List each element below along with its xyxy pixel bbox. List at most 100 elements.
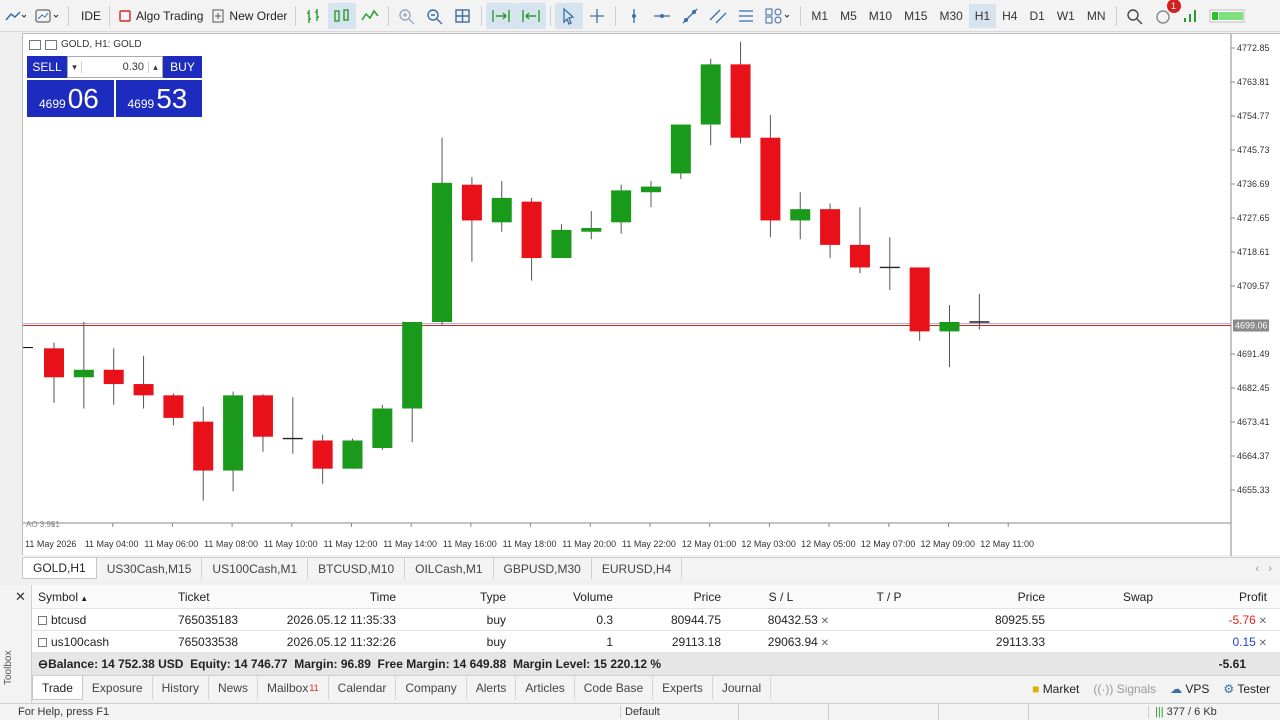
candle-bullish[interactable] bbox=[641, 186, 661, 193]
trendline-button[interactable] bbox=[676, 3, 704, 29]
line-button[interactable] bbox=[356, 3, 384, 29]
vps-link[interactable]: ☁ VPS bbox=[1170, 682, 1209, 696]
close-icon[interactable]: ✕ bbox=[15, 589, 26, 605]
chart-tab[interactable]: GBPUSD,M30 bbox=[494, 558, 592, 579]
crosshair-button[interactable] bbox=[583, 3, 611, 29]
candle-bullish[interactable] bbox=[581, 227, 602, 232]
column-header[interactable]: S / L bbox=[727, 590, 835, 604]
toolbox-tab-calendar[interactable]: Calendar bbox=[329, 676, 397, 700]
market-link[interactable]: ■ Market bbox=[1032, 682, 1079, 696]
channel-button[interactable] bbox=[704, 3, 732, 29]
chart-tab[interactable]: OILCash,M1 bbox=[405, 558, 494, 579]
chart-shift-button[interactable] bbox=[516, 2, 547, 29]
candlestick-button[interactable] bbox=[328, 2, 357, 29]
candle-bearish[interactable] bbox=[252, 395, 273, 437]
chart-tab[interactable]: GOLD,H1 bbox=[22, 558, 97, 579]
timeframe-w1[interactable]: W1 bbox=[1051, 4, 1081, 28]
candle-bearish[interactable] bbox=[44, 348, 64, 378]
collapse-icon[interactable]: ⊖ bbox=[32, 657, 48, 671]
candle-bearish[interactable] bbox=[133, 384, 154, 396]
volume-up-icon[interactable]: ▴ bbox=[148, 61, 162, 73]
chart-tab[interactable]: EURUSD,H4 bbox=[592, 558, 683, 579]
candle-bullish[interactable] bbox=[670, 124, 691, 174]
candle-bearish[interactable] bbox=[163, 395, 184, 418]
chart-tab[interactable]: US100Cash,M1 bbox=[202, 558, 309, 579]
volume-field[interactable]: ▾ 0.30 ▴ bbox=[67, 56, 163, 78]
zoom-in-button[interactable] bbox=[393, 3, 421, 29]
candle-bullish[interactable] bbox=[402, 321, 423, 409]
volume-down-icon[interactable]: ▾ bbox=[68, 61, 82, 73]
toolbox-tab-trade[interactable]: Trade bbox=[32, 676, 83, 700]
candle-bearish[interactable] bbox=[730, 64, 751, 138]
position-row[interactable]: us100cash 765033538 2026.05.12 11:32:26 buy… bbox=[32, 631, 1280, 653]
toolbox-tab-articles[interactable]: Articles bbox=[516, 676, 575, 700]
fibonacci-button[interactable] bbox=[732, 3, 760, 29]
new-order-button[interactable]: New Order bbox=[207, 3, 291, 29]
toolbox-tab-mailbox[interactable]: Mailbox 11 bbox=[258, 676, 329, 700]
ide-button[interactable]: IDE bbox=[73, 3, 105, 29]
toolbox-tab-experts[interactable]: Experts bbox=[653, 676, 713, 700]
timeframe-h4[interactable]: H4 bbox=[996, 4, 1023, 28]
timeframe-m1[interactable]: M1 bbox=[805, 4, 834, 28]
candle-bullish[interactable] bbox=[432, 182, 453, 322]
column-header[interactable]: Ticket bbox=[172, 590, 272, 604]
timeframe-m5[interactable]: M5 bbox=[834, 4, 863, 28]
sell-price-box[interactable]: 4699 06 bbox=[27, 80, 114, 117]
candle-bullish[interactable] bbox=[611, 190, 632, 223]
candle-bearish[interactable] bbox=[103, 369, 124, 385]
horizontal-line-button[interactable] bbox=[648, 3, 676, 29]
chart-tab[interactable]: BTCUSD,M10 bbox=[308, 558, 406, 579]
buy-button[interactable]: BUY bbox=[163, 56, 202, 78]
close-position-icon[interactable]: ✕ bbox=[1256, 638, 1267, 649]
notifications-button[interactable]: 1 bbox=[1149, 0, 1181, 29]
candle-bullish[interactable] bbox=[73, 369, 94, 378]
buy-price-box[interactable]: 4699 53 bbox=[115, 80, 202, 117]
column-header[interactable]: Symbol ▲ bbox=[32, 590, 172, 604]
remove-sl-icon[interactable]: ✕ bbox=[818, 616, 829, 627]
candle-bullish[interactable] bbox=[223, 395, 244, 471]
tile-windows-button[interactable] bbox=[449, 3, 477, 29]
close-position-icon[interactable]: ✕ bbox=[1256, 616, 1267, 627]
column-header[interactable]: Time bbox=[272, 590, 402, 604]
candle-bearish[interactable] bbox=[521, 201, 542, 259]
algo-trading-button[interactable]: Algo Trading bbox=[114, 3, 207, 29]
candle-bullish[interactable] bbox=[491, 197, 512, 223]
candle-bearish[interactable] bbox=[849, 244, 870, 268]
signals-link[interactable]: ((·)) Signals bbox=[1093, 682, 1156, 696]
column-header[interactable]: Price bbox=[943, 590, 1051, 604]
timeframe-h1[interactable]: H1 bbox=[968, 3, 997, 28]
toolbox-tab-alerts[interactable]: Alerts bbox=[467, 676, 517, 700]
toolbox-tab-company[interactable]: Company bbox=[396, 676, 467, 700]
timeframe-m15[interactable]: M15 bbox=[898, 4, 933, 28]
candle-bullish[interactable] bbox=[700, 64, 721, 125]
chart-type-button[interactable] bbox=[0, 3, 30, 29]
candle-bullish[interactable] bbox=[939, 321, 960, 332]
signal-strength-button[interactable] bbox=[1177, 3, 1205, 29]
toolbox-tab-history[interactable]: History bbox=[153, 676, 209, 700]
vertical-line-button[interactable] bbox=[620, 3, 648, 29]
candle-bearish[interactable] bbox=[312, 440, 333, 469]
column-header[interactable]: Price bbox=[619, 590, 727, 604]
templates-button[interactable] bbox=[30, 3, 64, 29]
candle-bearish[interactable] bbox=[193, 421, 214, 471]
candle-bullish[interactable] bbox=[372, 408, 393, 448]
position-row[interactable]: btcusd 765035183 2026.05.12 11:35:33 buy 0.3… bbox=[32, 609, 1280, 631]
column-header[interactable]: T / P bbox=[835, 590, 943, 604]
toolbox-tab-code-base[interactable]: Code Base bbox=[575, 676, 654, 700]
timeframe-d1[interactable]: D1 bbox=[1023, 4, 1050, 28]
tester-link[interactable]: ⚙ Tester bbox=[1223, 682, 1270, 696]
price-chart[interactable]: 4772.85 4763.81 4754.77 4745.73 4736.69 4727.… bbox=[23, 34, 1280, 556]
chart-tab[interactable]: US30Cash,M15 bbox=[97, 558, 203, 579]
column-header[interactable]: Profit bbox=[1159, 590, 1273, 604]
timeframe-m30[interactable]: M30 bbox=[933, 4, 968, 28]
candle-bearish[interactable] bbox=[461, 184, 482, 221]
search-button[interactable] bbox=[1121, 3, 1149, 29]
toolbox-tab-journal[interactable]: Journal bbox=[713, 676, 772, 700]
toolbox-tab-news[interactable]: News bbox=[209, 676, 258, 700]
toolbox-tab-exposure[interactable]: Exposure bbox=[83, 676, 153, 700]
remove-sl-icon[interactable]: ✕ bbox=[818, 638, 829, 649]
shapes-button[interactable] bbox=[760, 3, 796, 29]
column-header[interactable]: Type bbox=[402, 590, 512, 604]
candle-bullish[interactable] bbox=[342, 440, 363, 469]
tab-scroll-arrows-icon[interactable]: ‹ › bbox=[1256, 563, 1280, 575]
